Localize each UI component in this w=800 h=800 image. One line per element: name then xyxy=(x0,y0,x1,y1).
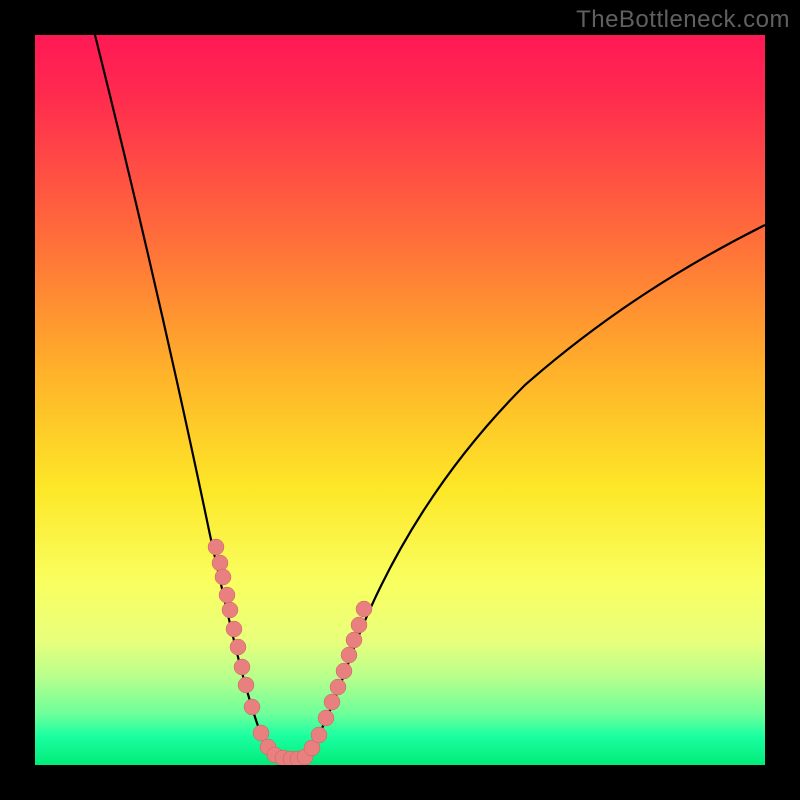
dot xyxy=(336,663,352,679)
dot xyxy=(208,539,224,555)
dot xyxy=(253,725,269,741)
chart-svg xyxy=(35,35,765,765)
dot xyxy=(324,694,340,710)
dot xyxy=(341,647,357,663)
dot xyxy=(356,601,372,617)
dot xyxy=(219,587,235,603)
left-curve xyxy=(95,35,290,765)
plot-area xyxy=(35,35,765,765)
dot xyxy=(226,621,242,637)
dot xyxy=(330,679,346,695)
left-dots-group xyxy=(208,539,299,765)
dot xyxy=(212,555,228,571)
watermark-text: TheBottleneck.com xyxy=(576,6,790,34)
dot xyxy=(222,602,238,618)
dot xyxy=(351,617,367,633)
dot xyxy=(230,639,246,655)
dot xyxy=(244,699,260,715)
chart-frame: TheBottleneck.com xyxy=(0,0,800,800)
dot xyxy=(238,677,254,693)
dot xyxy=(346,632,362,648)
right-dots-group xyxy=(290,601,372,765)
dot xyxy=(318,710,334,726)
dot xyxy=(215,569,231,585)
dot xyxy=(234,659,250,675)
dot xyxy=(311,727,327,743)
right-curve xyxy=(297,225,765,765)
